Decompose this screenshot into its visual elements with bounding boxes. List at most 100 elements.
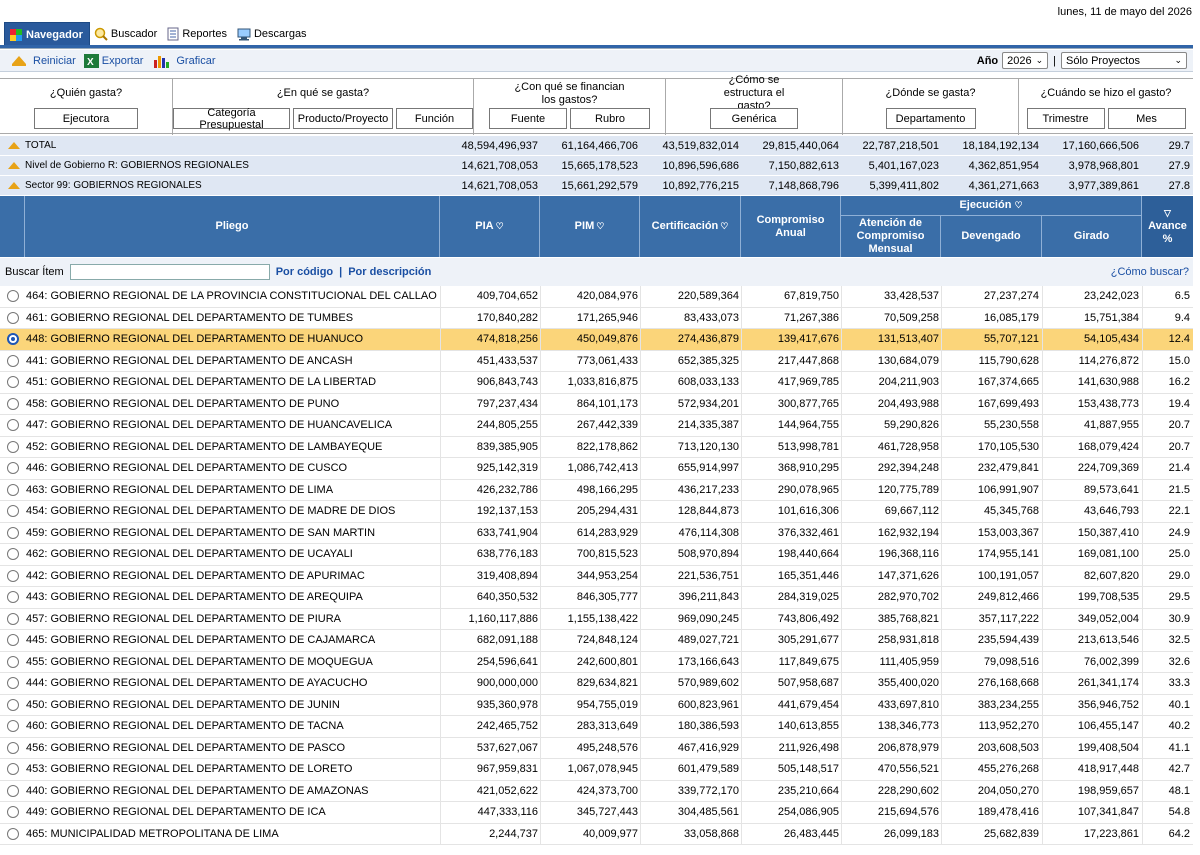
collapse-up-icon[interactable] [8,142,20,149]
row-radio[interactable] [7,311,19,324]
table-row[interactable]: 464: GOBIERNO REGIONAL DE LA PROVINCIA C… [0,286,1193,308]
table-row[interactable]: 456: GOBIERNO REGIONAL DEL DEPARTAMENTO … [0,737,1193,759]
header-certificacion[interactable]: Certificación ♡ [640,196,741,257]
search-help-link[interactable]: ¿Cómo buscar? [1111,266,1189,278]
tab-navegador[interactable]: Navegador [4,22,90,46]
chart-button[interactable]: Graficar [153,54,216,68]
producto-button[interactable]: Producto/Proyecto [293,108,393,129]
ejecutora-button[interactable]: Ejecutora [34,108,138,129]
summary-row[interactable]: Nivel de Gobierno R: GOBIERNOS REGIONALE… [0,156,1193,176]
row-radio[interactable] [7,784,19,797]
table-row[interactable]: 453: GOBIERNO REGIONAL DEL DEPARTAMENTO … [0,759,1193,781]
row-radio[interactable] [7,591,19,603]
summary-label: TOTAL [8,140,56,151]
table-row[interactable]: 454: GOBIERNO REGIONAL DEL DEPARTAMENTO … [0,501,1193,523]
row-radio[interactable] [7,440,19,453]
table-row[interactable]: 448: GOBIERNO REGIONAL DEL DEPARTAMENTO … [0,329,1193,351]
table-row[interactable]: 440: GOBIERNO REGIONAL DEL DEPARTAMENTO … [0,780,1193,802]
row-value: 476,114,308 [678,526,739,539]
row-radio[interactable] [7,655,19,668]
table-row[interactable]: 452: GOBIERNO REGIONAL DEL DEPARTAMENTO … [0,436,1193,458]
search-by-desc-link[interactable]: Por descripción [348,266,431,278]
tab-buscador[interactable]: Buscador [90,22,163,46]
row-radio[interactable] [7,526,19,539]
row-radio[interactable] [7,397,19,410]
header-atencion[interactable]: Atención de Compromiso Mensual [841,216,941,257]
column-divider [941,780,942,801]
row-radio[interactable] [7,827,19,840]
header-avance[interactable]: ▽ Avance % [1142,196,1193,257]
table-row[interactable]: 451: GOBIERNO REGIONAL DEL DEPARTAMENTO … [0,372,1193,394]
summary-row[interactable]: TOTAL 48,594,496,937 61,164,466,706 43,519,… [0,136,1193,156]
header-compromiso-anual[interactable]: Compromiso Anual [741,196,841,257]
row-radio[interactable] [7,677,19,689]
row-radio[interactable] [7,806,19,818]
year-select[interactable]: 2026 ⌄ [1002,52,1049,69]
row-radio[interactable] [7,763,19,775]
row-radio[interactable] [7,720,19,732]
table-row[interactable]: 458: GOBIERNO REGIONAL DEL DEPARTAMENTO … [0,393,1193,415]
reset-button[interactable]: Reiniciar [12,55,76,67]
row-radio[interactable] [7,505,19,517]
row-radio[interactable] [7,290,19,302]
categoria-button[interactable]: Categoría Presupuestal [173,107,290,131]
row-value: 41,887,955 [1083,419,1139,431]
header-ejecucion[interactable]: Ejecución ♡ [841,196,1142,216]
table-row[interactable]: 462: GOBIERNO REGIONAL DEL DEPARTAMENTO … [0,544,1193,566]
collapse-up-icon[interactable] [8,162,20,169]
row-value: 15.0 [1168,354,1190,367]
table-row[interactable]: 465: MUNICIPALIDAD METROPOLITANA DE LIMA… [0,823,1193,845]
table-row[interactable]: 450: GOBIERNO REGIONAL DEL DEPARTAMENTO … [0,694,1193,716]
header-pia[interactable]: PIA ♡ [440,196,540,257]
table-row[interactable]: 457: GOBIERNO REGIONAL DEL DEPARTAMENTO … [0,608,1193,630]
table-row[interactable]: 459: GOBIERNO REGIONAL DEL DEPARTAMENTO … [0,522,1193,544]
table-row[interactable]: 441: GOBIERNO REGIONAL DEL DEPARTAMENTO … [0,350,1193,372]
header-devengado[interactable]: Devengado [941,216,1042,257]
row-radio[interactable] [7,462,19,474]
row-radio[interactable] [7,548,19,560]
header-pim[interactable]: PIM ♡ [540,196,640,257]
table-row[interactable]: 449: GOBIERNO REGIONAL DEL DEPARTAMENTO … [0,802,1193,824]
table-row[interactable]: 446: GOBIERNO REGIONAL DEL DEPARTAMENTO … [0,458,1193,480]
departamento-button[interactable]: Departamento [885,108,976,129]
summary-row[interactable]: Sector 99: GOBIERNOS REGIONALES 14,621,70… [0,176,1193,196]
mode-select[interactable]: Sólo Proyectos ⌄ [1061,52,1187,69]
trimestre-button[interactable]: Trimestre [1026,108,1105,129]
row-radio[interactable] [7,612,19,625]
tab-reportes[interactable]: Reportes [163,22,233,46]
table-row[interactable]: 461: GOBIERNO REGIONAL DEL DEPARTAMENTO … [0,307,1193,329]
mes-button[interactable]: Mes [1107,108,1186,129]
search-by-code-link[interactable]: Por código [276,266,333,278]
row-radio[interactable] [7,698,19,711]
export-button[interactable]: X Exportar [83,53,143,68]
fuente-button[interactable]: Fuente [489,108,567,129]
header-girado[interactable]: Girado [1042,216,1142,257]
search-input[interactable] [69,264,270,280]
tab-descargas[interactable]: Descargas [233,22,313,46]
row-radio[interactable] [7,333,19,345]
table-row[interactable]: 443: GOBIERNO REGIONAL DEL DEPARTAMENTO … [0,587,1193,609]
table-row[interactable]: 442: GOBIERNO REGIONAL DEL DEPARTAMENTO … [0,565,1193,587]
table-row[interactable]: 460: GOBIERNO REGIONAL DEL DEPARTAMENTO … [0,716,1193,738]
row-value: 420,084,976 [576,290,638,302]
header-pliego[interactable]: Pliego [25,196,440,257]
table-row[interactable]: 455: GOBIERNO REGIONAL DEL DEPARTAMENTO … [0,651,1193,673]
row-radio[interactable] [7,569,19,582]
table-row[interactable]: 445: GOBIERNO REGIONAL DEL DEPARTAMENTO … [0,630,1193,652]
table-row[interactable]: 447: GOBIERNO REGIONAL DEL DEPARTAMENTO … [0,415,1193,437]
row-radio[interactable] [7,634,19,646]
funcion-button[interactable]: Función [396,108,473,129]
row-radio[interactable] [7,741,19,754]
row-radio[interactable] [7,376,19,388]
table-row[interactable]: 444: GOBIERNO REGIONAL DEL DEPARTAMENTO … [0,673,1193,695]
table-row[interactable]: 463: GOBIERNO REGIONAL DEL DEPARTAMENTO … [0,479,1193,501]
rubro-button[interactable]: Rubro [570,108,650,129]
row-value: 508,970,894 [677,548,739,560]
row-radio[interactable] [7,419,19,431]
generica-button[interactable]: Genérica [710,108,798,129]
column-divider [1042,501,1043,522]
row-radio[interactable] [7,354,19,367]
row-value: 1,160,117,886 [468,612,538,625]
collapse-up-icon[interactable] [8,182,20,189]
row-radio[interactable] [7,483,19,496]
